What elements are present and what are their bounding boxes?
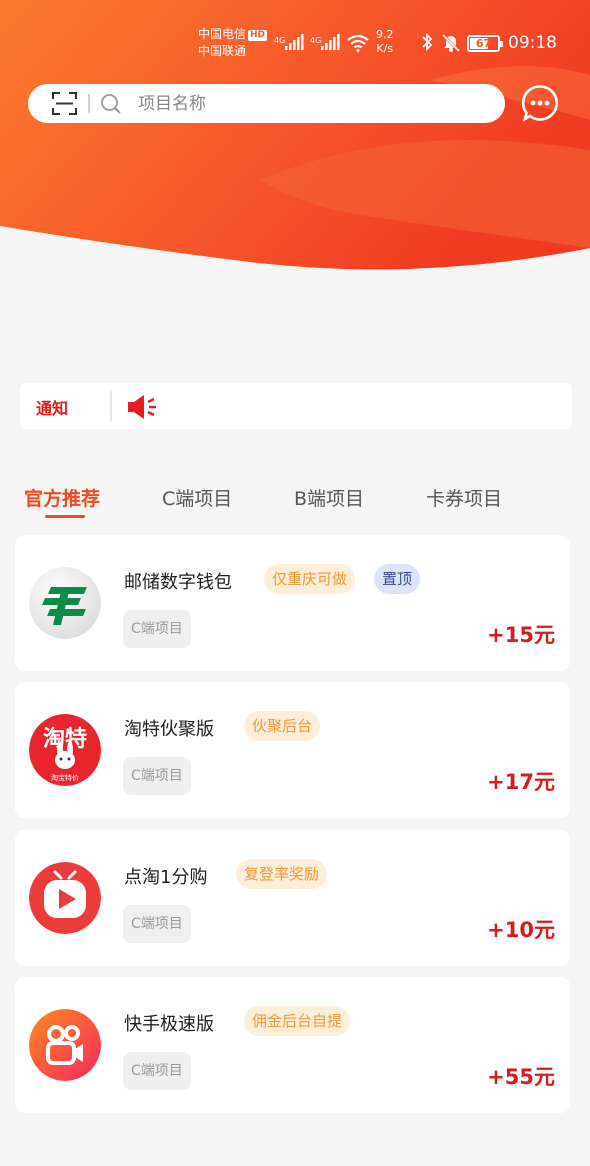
net-speed: 9.2 K/s <box>376 28 394 55</box>
project-reward: +10元 <box>487 918 555 942</box>
signal-icon: 4G <box>310 34 340 50</box>
project-tag: 复登率奖励 <box>236 859 328 889</box>
search-icon <box>101 94 121 114</box>
project-reward: +15元 <box>487 623 555 647</box>
project-tag: 仅重庆可做 <box>264 564 356 594</box>
diantao-logo <box>29 862 101 934</box>
project-reward: +55元 <box>487 1065 555 1089</box>
speaker-icon <box>128 395 156 419</box>
scan-icon[interactable] <box>52 92 77 115</box>
search-input[interactable] <box>138 89 478 118</box>
carrier-info: 中国电信 HD 中国联通 <box>198 26 268 60</box>
kuaishou-logo <box>29 1009 101 1081</box>
mute-icon <box>442 33 460 53</box>
signal-icon: 4G <box>274 34 304 50</box>
project-card[interactable]: 邮储数字钱包 仅重庆可做 置顶 C端项目 +15元 <box>15 535 570 671</box>
project-card[interactable]: 快手极速版 佣金后台自提 C端项目 +55元 <box>15 977 570 1113</box>
clock: 09:18 <box>508 33 557 53</box>
notice-divider <box>110 391 112 421</box>
project-type-badge: C端项目 <box>123 905 191 943</box>
status-bar: 中国电信 HD 中国联通 4G 4G 9.2 K/s 67 09:18 <box>0 24 590 64</box>
project-name: 快手极速版 <box>124 1014 214 1035</box>
notice-label: 通知 <box>36 399 69 418</box>
postal-savings-logo <box>29 567 101 639</box>
search-divider <box>88 94 90 113</box>
project-tag: 佣金后台自提 <box>244 1006 351 1036</box>
project-reward: +17元 <box>487 770 555 794</box>
project-card[interactable]: 淘特 淘宝特价 淘特伙聚版 伙聚后台 C端项目 +17元 <box>15 682 570 818</box>
project-type-badge: C端项目 <box>123 757 191 795</box>
svg-text:淘宝特价: 淘宝特价 <box>51 773 79 782</box>
bluetooth-icon <box>422 32 433 52</box>
project-type-badge: C端项目 <box>123 610 191 648</box>
tab-c-projects[interactable]: C端项目 <box>162 484 232 511</box>
hd-badge: HD <box>248 30 268 41</box>
tab-b-projects[interactable]: B端项目 <box>294 484 364 511</box>
battery-level: 67 <box>475 37 492 50</box>
taote-logo: 淘特 淘宝特价 <box>29 714 101 786</box>
pinned-tag: 置顶 <box>374 564 421 594</box>
carrier-2: 中国联通 <box>198 44 247 58</box>
active-tab-indicator <box>45 515 85 518</box>
project-tag: 伙聚后台 <box>244 711 321 741</box>
tab-official[interactable]: 官方推荐 <box>24 484 100 511</box>
battery-icon: 67 <box>467 35 503 52</box>
svg-text:4G: 4G <box>310 36 321 45</box>
project-card[interactable]: 点淘1分购 复登率奖励 C端项目 +10元 <box>15 830 570 966</box>
carrier-1: 中国电信 <box>198 27 247 41</box>
tab-coupon-projects[interactable]: 卡券项目 <box>426 484 502 511</box>
project-name: 淘特伙聚版 <box>124 719 214 740</box>
svg-text:淘特: 淘特 <box>43 726 87 752</box>
search-bar[interactable] <box>28 84 505 123</box>
project-name: 邮储数字钱包 <box>124 572 232 593</box>
svg-text:4G: 4G <box>274 36 285 45</box>
project-type-badge: C端项目 <box>123 1052 191 1090</box>
category-tabs: 官方推荐 C端项目 B端项目 卡券项目 <box>0 480 590 520</box>
notice-bar[interactable]: 通知 <box>20 383 572 429</box>
project-name: 点淘1分购 <box>124 867 208 888</box>
chat-icon[interactable] <box>521 84 559 122</box>
wifi-icon <box>347 34 369 53</box>
